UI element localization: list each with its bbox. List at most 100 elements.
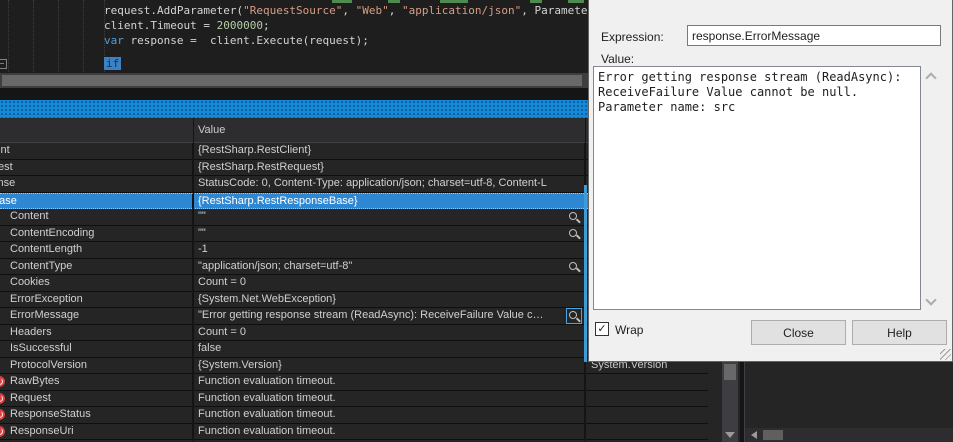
help-button[interactable]: Help [852, 320, 947, 345]
watch-name-cell[interactable]: Request [0, 390, 193, 407]
variable-name: ErrorException [10, 292, 83, 305]
magnifier-visualizer-icon[interactable] [568, 211, 580, 223]
variable-value: false [198, 342, 222, 354]
watch-vscroll-thumb[interactable] [724, 364, 736, 380]
watch-row-ResponseUri[interactable]: ResponseUri Function evaluation timeout. [0, 423, 708, 441]
variable-name: ProtocolVersion [10, 358, 88, 371]
variable-value: {RestSharp.RestClient} [198, 144, 312, 156]
watch-name-cell[interactable]: ResponseUri [0, 423, 193, 440]
value-textarea[interactable]: Error getting response stream (ReadAsync… [593, 66, 921, 310]
variable-value: Count = 0 [198, 325, 247, 338]
scroll-down-arrow-icon[interactable] [725, 432, 735, 438]
watch-name-cell[interactable]: ContentLength [0, 242, 193, 259]
watch-value-cell[interactable]: StatusCode: 0, Content-Type: application… [193, 176, 585, 193]
variable-value: Function evaluation timeout. [198, 391, 336, 404]
variable-value: StatusCode: 0, Content-Type: application… [198, 177, 547, 189]
watch-value-cell[interactable]: {System.Net.WebException} [193, 291, 585, 308]
watch-value-cell[interactable]: Function evaluation timeout. [193, 423, 585, 440]
editor-hscroll-thumb[interactable] [2, 75, 582, 86]
watch-value-cell[interactable]: "" [193, 209, 585, 226]
variable-value: "" [198, 210, 206, 222]
expression-input[interactable] [687, 25, 941, 46]
code-token: client.Timeout = [104, 19, 217, 32]
watch-name-cell[interactable]: ProtocolVersion [0, 357, 193, 374]
variable-value: {System.Net.WebException} [198, 292, 336, 305]
watch-type-cell[interactable] [585, 374, 708, 391]
watch-value-cell[interactable]: false [193, 341, 585, 358]
close-button[interactable]: Close [751, 320, 846, 345]
right-pane-hscroll-thumb[interactable] [763, 430, 783, 440]
watch-value-cell[interactable]: Function evaluation timeout. [193, 374, 585, 391]
watch-value-cell[interactable]: Function evaluation timeout. [193, 407, 585, 424]
variable-value: "Error getting response stream (ReadAsyn… [198, 309, 544, 321]
refresh-evaluation-icon[interactable] [0, 392, 5, 404]
watch-name-cell[interactable]: request [0, 159, 193, 176]
variable-name: Cookies [10, 276, 50, 288]
watch-name-cell[interactable]: ResponseStatus [0, 407, 193, 424]
magnifier-visualizer-icon[interactable] [568, 261, 580, 273]
variable-name: ResponseStatus [10, 408, 91, 420]
watch-name-cell[interactable]: ContentEncoding [0, 225, 193, 242]
variable-name: response [0, 177, 16, 189]
watch-value-cell[interactable]: -1 [193, 242, 585, 259]
watch-name-cell[interactable]: RawBytes [0, 374, 193, 391]
watch-row-RawBytes[interactable]: RawBytes Function evaluation timeout. [0, 374, 708, 391]
variable-name: ContentEncoding [10, 226, 95, 239]
variable-name: base [0, 194, 17, 207]
code-token: 2000000 [216, 19, 263, 32]
variable-name: RawBytes [10, 375, 60, 387]
textarea-scroll-up-icon[interactable] [925, 72, 937, 84]
textarea-scroll-down-icon[interactable] [925, 294, 937, 306]
code-token: response = client.Execute(request); [123, 34, 369, 47]
variable-value: Count = 0 [198, 276, 247, 288]
column-divider[interactable] [193, 118, 194, 442]
watch-name-cell[interactable]: ErrorMessage [0, 308, 193, 325]
watch-type-cell[interactable] [585, 391, 708, 408]
watch-name-cell[interactable]: ErrorException [0, 291, 193, 308]
watch-value-cell[interactable]: "application/json; charset=utf-8" [193, 258, 585, 275]
watch-value-cell[interactable]: {RestSharp.RestRequest} [193, 159, 585, 176]
watch-type-cell[interactable] [585, 407, 708, 424]
dialog-resize-grip-icon[interactable] [940, 349, 951, 360]
refresh-evaluation-icon[interactable] [0, 425, 5, 437]
watch-value-cell[interactable]: Count = 0 [193, 275, 585, 292]
watch-value-cell[interactable]: {RestSharp.RestClient} [193, 143, 585, 160]
watch-name-cell[interactable]: Cookies [0, 275, 193, 292]
watch-name-cell[interactable]: response [0, 176, 193, 193]
value-column-header[interactable]: Value [198, 118, 225, 143]
watch-name-cell[interactable]: IsSuccessful [0, 341, 193, 358]
watch-name-cell[interactable]: ContentType [0, 258, 193, 275]
variable-value: "application/json; charset=utf-8" [198, 259, 353, 272]
code-token: , Paramete [521, 4, 588, 17]
watch-value-cell[interactable]: {RestSharp.RestResponseBase} [193, 193, 585, 210]
watch-name-cell[interactable]: client [0, 143, 193, 160]
code-token: , [388, 4, 403, 17]
watch-value-cell[interactable]: Function evaluation timeout. [193, 390, 585, 407]
watch-row-ResponseStatus[interactable]: ResponseStatus Function evaluation timeou… [0, 407, 708, 424]
watch-type-cell[interactable] [585, 424, 708, 441]
watch-row-Request[interactable]: Request Function evaluation timeout. [0, 390, 708, 408]
wrap-checkbox[interactable]: ✓ [595, 322, 609, 336]
watch-name-cell[interactable]: Content [0, 209, 193, 226]
watch-name-cell[interactable]: Headers [0, 324, 193, 341]
magnifier-visualizer-icon[interactable] [566, 308, 582, 324]
code-token: if [104, 57, 122, 70]
variable-value: "" [198, 226, 206, 239]
refresh-evaluation-icon[interactable] [0, 409, 5, 420]
refresh-evaluation-icon[interactable] [0, 376, 5, 387]
code-token: ; [262, 19, 270, 32]
wrap-checkbox-label[interactable]: Wrap [615, 323, 643, 337]
watch-name-cell[interactable]: base [0, 193, 193, 210]
watch-value-cell[interactable]: Count = 0 [193, 324, 585, 341]
scroll-left-arrow-icon[interactable] [751, 431, 757, 439]
variable-name: Request [10, 391, 51, 404]
watch-value-cell[interactable]: "Error getting response stream (ReadAsyn… [193, 308, 585, 325]
variable-value: Function evaluation timeout. [198, 375, 336, 387]
variable-name: Headers [10, 325, 52, 338]
right-pane [744, 362, 953, 442]
watch-value-cell[interactable]: "" [193, 225, 585, 242]
variable-name: ResponseUri [10, 424, 74, 437]
watch-value-cell[interactable]: {System.Version} [193, 357, 585, 374]
magnifier-visualizer-icon[interactable] [568, 228, 580, 240]
right-pane-horizontal-scrollbar[interactable] [745, 428, 953, 442]
